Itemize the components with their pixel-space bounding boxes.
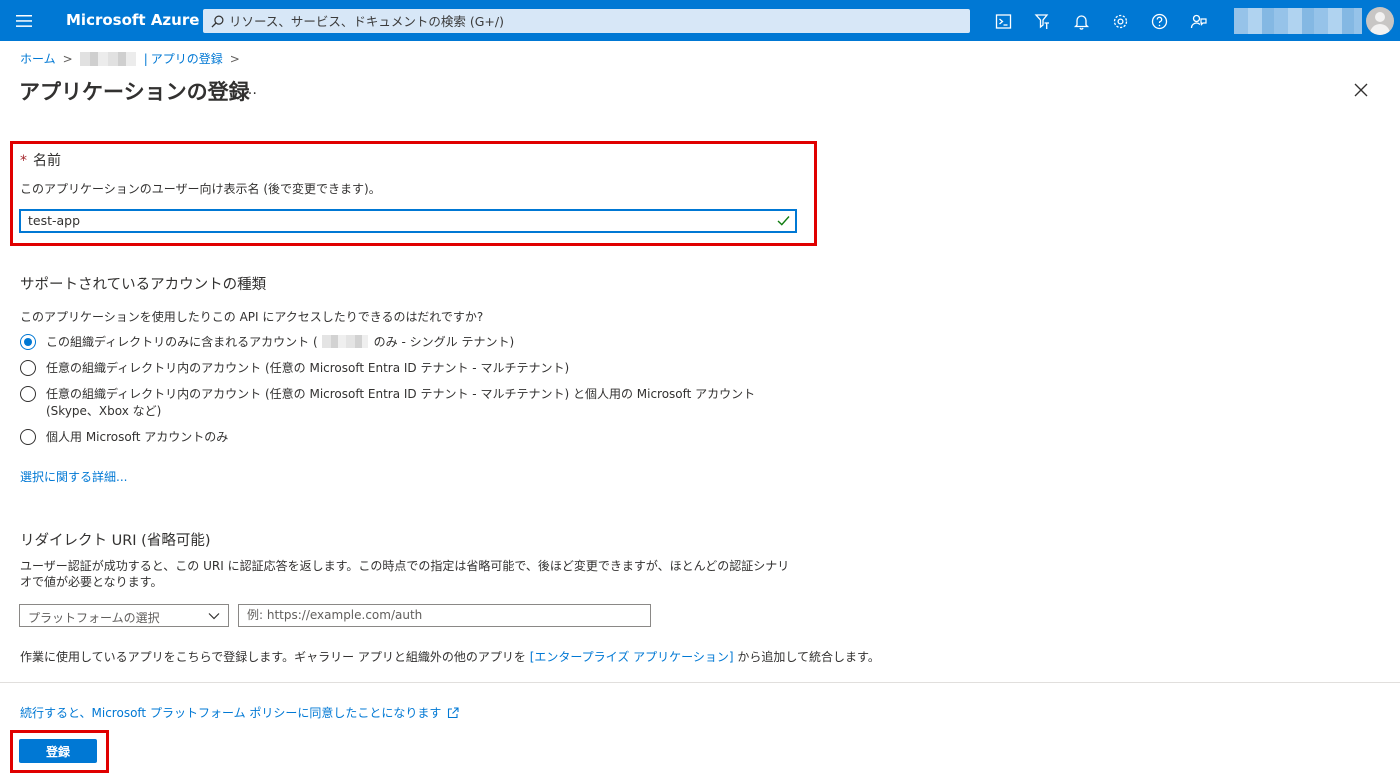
radio-multi-tenant[interactable]: 任意の組織ディレクトリ内のアカウント (任意の Microsoft Entra … [20,360,569,377]
name-label-text: 名前 [33,153,61,169]
account-types-title: サポートされているアカウントの種類 [20,277,267,293]
feedback-icon[interactable] [1185,8,1211,34]
menu-icon[interactable] [10,7,38,35]
radio-label: 個人用 Microsoft アカウントのみ [46,430,229,444]
register-button[interactable]: 登録 [19,739,97,763]
radio-single-tenant[interactable]: この組織ディレクトリのみに含まれるアカウント (のみ - シングル テナント) [20,334,514,351]
required-mark: * [20,153,27,169]
redirect-uri-input[interactable] [247,608,642,622]
external-link-icon [448,706,459,718]
user-avatar[interactable] [1366,7,1394,35]
radio-button[interactable] [20,360,36,376]
directory-filter-icon[interactable] [1029,8,1055,34]
more-actions-button[interactable]: … [243,82,258,98]
breadcrumb-tenant-redacted[interactable] [79,51,136,66]
redirect-uri-title: リダイレクト URI (省略可能) [20,533,211,549]
choice-details-link[interactable]: 選択に関する詳細... [20,468,127,485]
search-input[interactable] [229,13,949,29]
help-icon[interactable] [1146,8,1172,34]
settings-icon[interactable] [1107,8,1133,34]
breadcrumb-separator: > [62,51,73,66]
breadcrumb-separator: > [229,51,240,66]
page-title: アプリケーションの登録 [19,80,250,104]
radio-button[interactable] [20,386,36,402]
breadcrumb-pipe: | [143,51,148,66]
enterprise-note: 作業に使用しているアプリをこちらで登録します。ギャラリー アプリと組織外の他のア… [20,650,880,664]
radio-label: 任意の組織ディレクトリ内のアカウント (任意の Microsoft Entra … [46,361,570,375]
enterprise-applications-link[interactable]: [エンタープライズ アプリケーション] [530,650,734,664]
cloud-shell-icon[interactable] [990,8,1016,34]
valid-check-icon [777,216,790,226]
radio-button[interactable] [20,334,36,350]
breadcrumb-home[interactable]: ホーム [20,50,56,67]
name-label: * 名前 [20,150,61,170]
tenant-name-redacted [321,335,368,348]
platform-policy-link[interactable]: 続行すると、Microsoft プラットフォーム ポリシーに同意したことになりま… [20,704,459,721]
account-types-question: このアプリケーションを使用したりこの API にアクセスしたりできるのはだれです… [20,310,484,324]
name-field[interactable] [19,209,797,233]
search-icon [211,15,224,28]
platform-select-placeholder: プラットフォームの選択 [28,611,160,625]
brand-title[interactable]: Microsoft Azure [66,11,199,29]
chevron-down-icon [208,613,220,620]
radio-label: 任意の組織ディレクトリ内のアカウント (任意の Microsoft Entra … [46,387,756,418]
name-help-text: このアプリケーションのユーザー向け表示名 (後で変更できます)。 [20,182,381,196]
close-icon [1354,83,1368,97]
top-bar: Microsoft Azure [0,0,1400,41]
breadcrumb-app-registrations[interactable]: アプリの登録 [151,50,223,67]
name-input[interactable] [28,213,768,228]
footer-divider [0,682,1400,683]
redirect-uri-field[interactable] [238,604,651,627]
notifications-icon[interactable] [1068,8,1094,34]
radio-label: この組織ディレクトリのみに含まれるアカウント (のみ - シングル テナント) [46,335,515,349]
close-button[interactable] [1354,82,1372,100]
global-search[interactable] [203,9,970,33]
redirect-uri-description: ユーザー認証が成功すると、この URI に認証応答を返します。この時点での指定は… [20,559,790,589]
radio-multi-tenant-personal[interactable]: 任意の組織ディレクトリ内のアカウント (任意の Microsoft Entra … [20,386,806,420]
radio-button[interactable] [20,429,36,445]
radio-personal-only[interactable]: 個人用 Microsoft アカウントのみ [20,429,228,446]
account-name-redacted[interactable] [1234,8,1362,34]
platform-select[interactable]: プラットフォームの選択 [19,604,229,627]
breadcrumb: ホーム > | アプリの登録 > [20,50,247,67]
